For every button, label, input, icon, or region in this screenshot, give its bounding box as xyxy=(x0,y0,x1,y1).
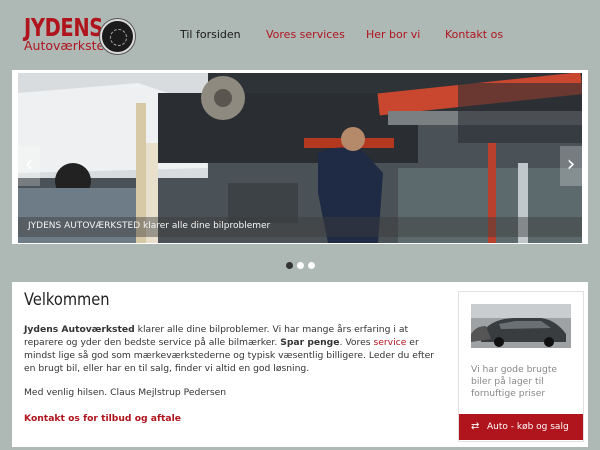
brand-name: Jydens Autoværksted xyxy=(24,324,135,335)
frame-left xyxy=(0,0,12,450)
nav-vores-services[interactable]: Vores services xyxy=(266,28,345,41)
welcome-section: Velkommen Jydens Autoværksted klarer all… xyxy=(24,290,434,424)
slider-caption-text: JYDENS AUTOVÆRKSTED klarer alle dine bil… xyxy=(28,221,271,231)
slider-next-arrow-icon[interactable]: › xyxy=(560,146,582,186)
frame-right xyxy=(588,0,600,450)
slider-prev-arrow-icon[interactable]: ‹ xyxy=(18,146,40,186)
service-link[interactable]: service xyxy=(373,337,406,348)
hero-slider[interactable]: JYDENS AUTOVÆRKSTED klarer alle dine bil… xyxy=(18,73,582,243)
spar-penge-text: Spar penge xyxy=(280,337,340,348)
seal-icon xyxy=(100,19,135,54)
contact-cta-link[interactable]: Kontakt os for tilbud og aftale xyxy=(24,413,181,424)
slider-dot-3[interactable] xyxy=(307,262,315,269)
welcome-paragraph: Jydens Autoværksted klarer alle dine bil… xyxy=(24,323,434,375)
greeting: Med venlig hilsen. Claus Mejlstrup Peder… xyxy=(24,387,227,398)
car-image[interactable] xyxy=(471,304,571,348)
welcome-text-2: . Vores xyxy=(339,337,374,348)
auto-koeb-salg-label: Auto - køb og salg xyxy=(487,422,569,432)
nav-kontakt-os[interactable]: Kontakt os xyxy=(445,28,503,41)
slider-caption: JYDENS AUTOVÆRKSTED klarer alle dine bil… xyxy=(18,217,582,237)
slider-dot-2[interactable] xyxy=(296,262,304,269)
nav-til-forsiden[interactable]: Til forsiden xyxy=(180,28,241,41)
nav-her-bor-vi[interactable]: Her bor vi xyxy=(366,28,420,41)
auto-koeb-salg-button[interactable]: ⇄ Auto - køb og salg xyxy=(459,414,583,440)
slider-pagination xyxy=(0,254,600,273)
sidebar-text: Vi har gode brugte biler på lager til fo… xyxy=(471,364,558,399)
car-photo xyxy=(471,304,571,348)
sidebar-card: Vi har gode brugte biler på lager til fo… xyxy=(458,291,584,442)
exchange-icon: ⇄ xyxy=(471,421,480,432)
welcome-title: Velkommen xyxy=(24,290,110,310)
site-header: JYDENS Autoværksted Til forsiden Vores s… xyxy=(12,0,588,70)
slider-dot-1[interactable] xyxy=(285,262,293,269)
